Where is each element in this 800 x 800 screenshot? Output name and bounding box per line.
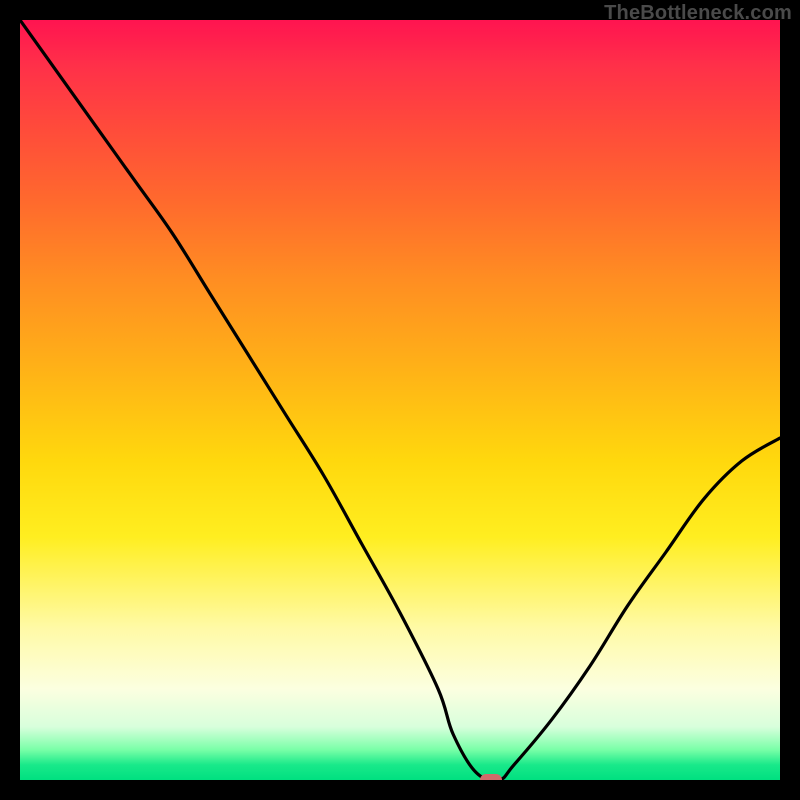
plot-area — [20, 20, 780, 780]
chart-frame: TheBottleneck.com — [0, 0, 800, 800]
bottleneck-curve — [20, 20, 780, 780]
minimum-marker — [480, 774, 502, 780]
watermark-text: TheBottleneck.com — [604, 2, 792, 25]
